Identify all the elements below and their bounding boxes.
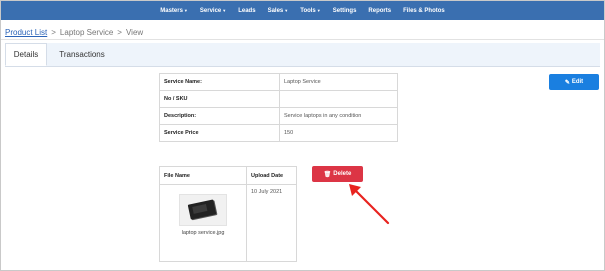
upload-date: 10 July 2021 — [246, 184, 297, 262]
tab-transactions[interactable]: Transactions — [51, 43, 113, 66]
edit-icon: ✎ — [564, 79, 570, 86]
table-row: laptop service.jpg 10 July 2021 — [159, 184, 297, 262]
chevron-down-icon: ▼ — [183, 7, 188, 13]
files-table: File Name Upload Date laptop service.jpg… — [159, 166, 297, 262]
nav-files-photos[interactable]: Files & Photos — [403, 8, 445, 14]
breadcrumb: Product List > Laptop Service > View — [5, 25, 143, 39]
breadcrumb-separator: > — [51, 27, 56, 37]
table-row: No / SKU — [159, 90, 398, 108]
file-name[interactable]: laptop service.jpg — [164, 230, 242, 236]
description-label: Description: — [159, 107, 280, 125]
table-row: Service Price 150 — [159, 124, 398, 142]
top-navbar: Masters▼ Service▼ Leads Sales▼ Tools▼ Se… — [1, 1, 604, 20]
delete-button-label: Delete — [333, 171, 352, 177]
service-price-value: 150 — [279, 124, 398, 142]
nav-settings[interactable]: Settings — [333, 8, 357, 14]
tabs-bar: Details Transactions — [5, 43, 600, 67]
file-name-header: File Name — [159, 166, 247, 185]
trash-icon: 🗑 — [323, 171, 332, 178]
service-details-table: Service Name: Laptop Service No / SKU De… — [159, 73, 398, 142]
upload-date-header: Upload Date — [246, 166, 297, 185]
sku-value — [279, 90, 398, 108]
sku-label: No / SKU — [159, 90, 280, 108]
nav-tools[interactable]: Tools▼ — [300, 8, 321, 14]
breadcrumb-divider — [1, 39, 604, 40]
service-name-value: Laptop Service — [279, 73, 398, 91]
nav-leads[interactable]: Leads — [238, 8, 255, 14]
service-price-label: Service Price — [159, 124, 280, 142]
nav-reports[interactable]: Reports — [368, 8, 391, 14]
chevron-down-icon: ▼ — [284, 7, 289, 13]
breadcrumb-current: Laptop Service — [59, 27, 114, 37]
table-row: Description: Service laptops in any cond… — [159, 107, 398, 125]
annotation-arrow-icon — [349, 184, 390, 225]
edit-button[interactable]: ✎ Edit — [549, 74, 599, 90]
table-header-row: File Name Upload Date — [159, 166, 297, 185]
edit-button-label: Edit — [571, 79, 584, 85]
laptop-image — [187, 199, 217, 220]
nav-masters[interactable]: Masters▼ — [160, 8, 188, 14]
description-value: Service laptops in any condition — [279, 107, 398, 125]
delete-button[interactable]: 🗑 Delete — [312, 166, 363, 182]
nav-service[interactable]: Service▼ — [200, 8, 226, 14]
file-cell: laptop service.jpg — [159, 184, 247, 262]
tab-details[interactable]: Details — [5, 43, 47, 66]
breadcrumb-action: View — [125, 27, 144, 37]
chevron-down-icon: ▼ — [316, 7, 321, 13]
service-name-label: Service Name: — [159, 73, 280, 91]
nav-sales[interactable]: Sales▼ — [268, 8, 289, 14]
breadcrumb-product-list[interactable]: Product List — [5, 28, 47, 37]
file-thumbnail[interactable] — [179, 194, 227, 226]
chevron-down-icon: ▼ — [222, 7, 227, 13]
breadcrumb-separator: > — [117, 27, 122, 37]
table-row: Service Name: Laptop Service — [159, 73, 398, 91]
